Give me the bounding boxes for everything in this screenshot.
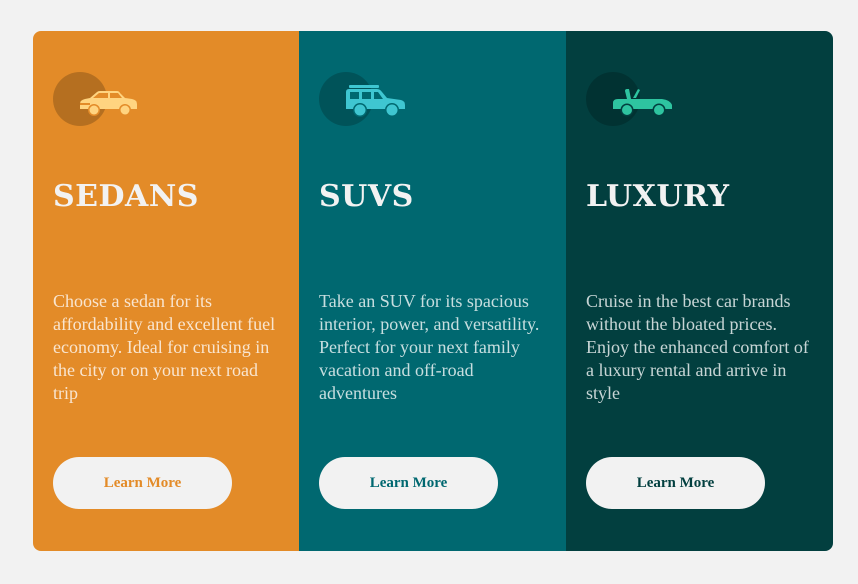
- convertible-car-icon: [586, 72, 676, 128]
- card-luxury: LUXURY Cruise in the best car brands wit…: [566, 31, 833, 551]
- learn-more-button-suvs[interactable]: Learn More: [319, 457, 498, 509]
- car-category-cards: SEDANS Choose a sedan for its affordabil…: [33, 31, 833, 551]
- card-title-sedans: SEDANS: [53, 179, 199, 214]
- sedan-car-icon: [53, 72, 143, 128]
- learn-more-button-sedans[interactable]: Learn More: [53, 457, 232, 509]
- card-description-sedans: Choose a sedan for its affordability and…: [53, 291, 276, 403]
- card-title-suvs: SUVS: [319, 179, 414, 214]
- card-description-suvs: Take an SUV for its spacious interior, p…: [319, 291, 540, 403]
- suv-car-icon: [319, 72, 409, 128]
- card-sedans: SEDANS Choose a sedan for its affordabil…: [33, 31, 299, 551]
- card-description-luxury: Cruise in the best car brands without th…: [586, 291, 809, 403]
- card-suvs: SUVS Take an SUV for its spacious interi…: [299, 31, 566, 551]
- learn-more-button-luxury[interactable]: Learn More: [586, 457, 765, 509]
- card-title-luxury: LUXURY: [586, 179, 730, 214]
